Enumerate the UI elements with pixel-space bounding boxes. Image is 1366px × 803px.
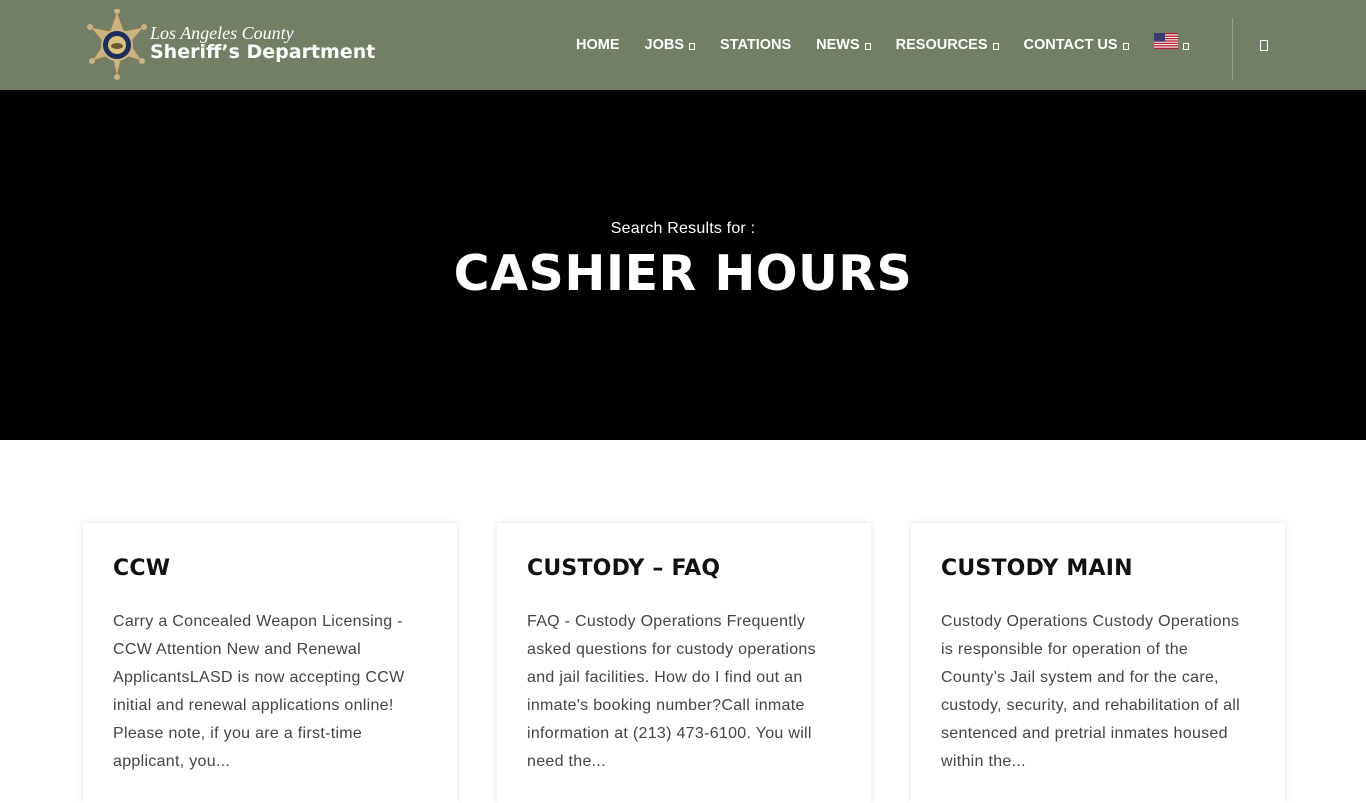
result-excerpt: FAQ - Custody Operations Frequently aske… bbox=[527, 613, 816, 770]
result-card[interactable]: CCW Carry a Concealed Weapon Licensing -… bbox=[83, 523, 457, 803]
dropdown-icon bbox=[992, 43, 999, 50]
nav-news[interactable]: NEWS bbox=[816, 37, 871, 53]
nav-resources[interactable]: RESOURCES bbox=[896, 37, 999, 53]
dropdown-icon bbox=[689, 43, 695, 50]
site-logo[interactable]: Los Angeles County Sheriff’s Department bbox=[84, 9, 444, 81]
nav-home[interactable]: HOME bbox=[576, 37, 620, 53]
us-flag-icon bbox=[1153, 33, 1178, 49]
result-card[interactable]: CUSTODY MAIN Custody Operations Custody … bbox=[911, 523, 1285, 803]
nav-jobs-label: JOBS bbox=[644, 37, 685, 53]
nav-language[interactable] bbox=[1153, 33, 1189, 50]
nav-stations[interactable]: STATIONS bbox=[720, 37, 791, 53]
search-query-title: CASHIER HOURS bbox=[453, 245, 913, 302]
dropdown-icon bbox=[1182, 43, 1189, 50]
search-icon bbox=[1260, 39, 1268, 51]
result-excerpt: Carry a Concealed Weapon Licensing - CCW… bbox=[113, 613, 405, 770]
logo-wordmark: Los Angeles County Sheriff’s Department bbox=[150, 23, 375, 63]
nav-stations-label: STATIONS bbox=[720, 37, 792, 53]
dropdown-icon bbox=[864, 43, 871, 50]
search-results-label: Search Results for : bbox=[610, 220, 756, 237]
site-header: Los Angeles County Sheriff’s Department … bbox=[0, 0, 1366, 90]
nav-contact-us-label: CONTACT US bbox=[1023, 37, 1118, 53]
main-nav: HOME JOBS STATIONS NEWS RESOURCES CONTAC… bbox=[576, 0, 1214, 90]
result-title[interactable]: CUSTODY MAIN bbox=[941, 555, 1255, 583]
logo-county-name: Los Angeles County bbox=[150, 23, 294, 43]
search-hero: Search Results for : CASHIER HOURS bbox=[0, 90, 1366, 440]
result-excerpt: Custody Operations Custody Operations is… bbox=[941, 613, 1240, 770]
result-card[interactable]: CUSTODY – FAQ FAQ - Custody Operations F… bbox=[497, 523, 871, 803]
header-divider bbox=[1232, 18, 1233, 80]
nav-home-label: HOME bbox=[576, 37, 620, 53]
logo-department-name: Sheriff’s Department bbox=[150, 41, 376, 63]
sheriff-star-badge-icon bbox=[87, 9, 147, 80]
nav-contact-us[interactable]: CONTACT US bbox=[1024, 37, 1129, 53]
search-button[interactable] bbox=[1257, 37, 1271, 53]
nav-news-label: NEWS bbox=[816, 37, 860, 53]
nav-resources-label: RESOURCES bbox=[895, 37, 988, 53]
nav-jobs[interactable]: JOBS bbox=[644, 37, 695, 53]
result-title[interactable]: CCW bbox=[113, 555, 427, 583]
result-title[interactable]: CUSTODY – FAQ bbox=[527, 555, 841, 583]
dropdown-icon bbox=[1122, 43, 1129, 50]
